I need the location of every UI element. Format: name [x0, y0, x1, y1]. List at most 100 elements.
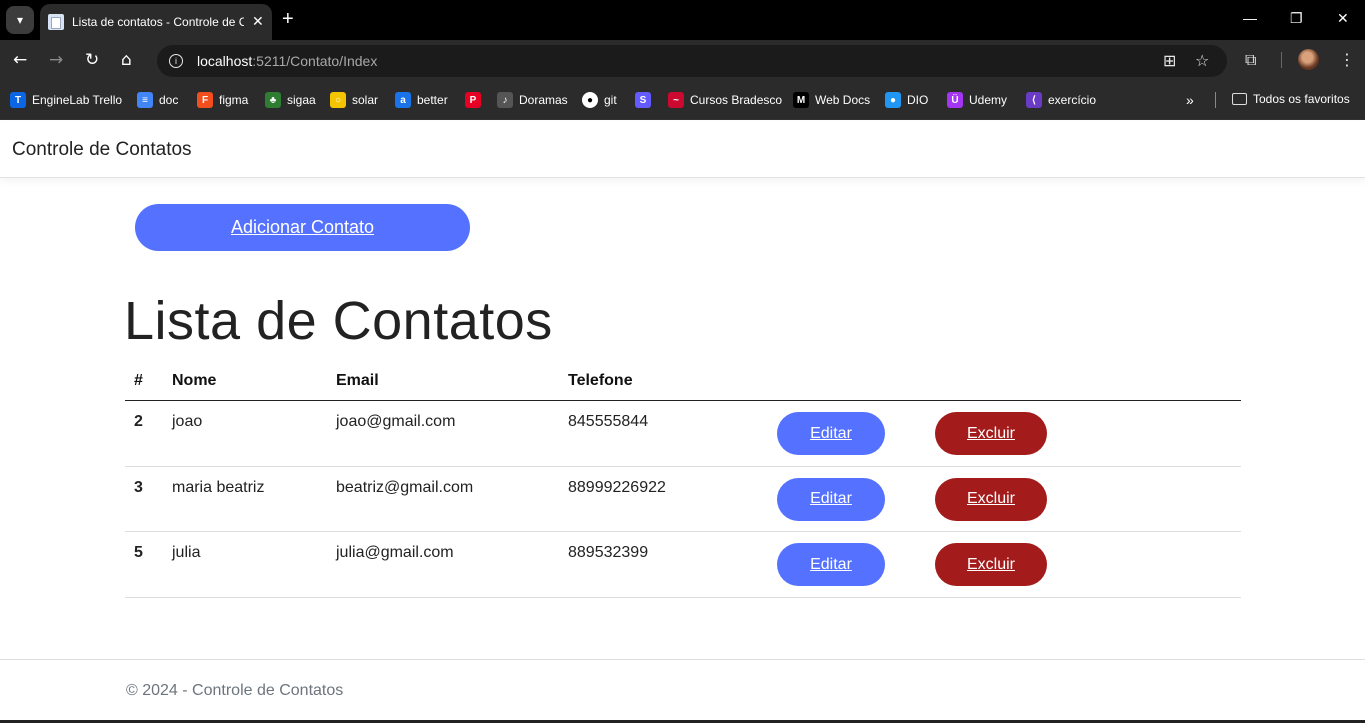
cell-id: 2 — [134, 413, 143, 430]
bookmark-label: Doramas — [519, 93, 568, 107]
edit-button[interactable]: Editar — [777, 477, 885, 521]
profile-avatar[interactable] — [1298, 49, 1319, 70]
cell-email: beatriz@gmail.com — [336, 478, 474, 496]
site-footer: © 2024 - Controle de Contatos — [0, 659, 1365, 720]
contacts-table: # Nome Email Telefone 2 joao joao@gmail.… — [125, 363, 1241, 598]
home-icon[interactable]: ⌂ — [121, 50, 132, 70]
bookmark-bradesco[interactable]: ~ Cursos Bradesco — [668, 92, 782, 108]
close-window-icon[interactable]: ✕ — [1337, 10, 1349, 27]
translate-icon[interactable]: ⊞ — [1163, 51, 1176, 70]
add-contact-button[interactable]: Adicionar Contato — [135, 204, 470, 251]
table-row: 2 joao joao@gmail.com 845555844 Editar E… — [125, 401, 1241, 467]
bookmark-label: doc — [159, 93, 179, 107]
bookmark-label: git — [604, 93, 617, 107]
back-icon[interactable]: ← — [13, 50, 27, 70]
bookmark-label: Cursos Bradesco — [690, 93, 783, 107]
folder-icon — [1232, 93, 1247, 105]
cell-email: julia@gmail.com — [336, 544, 454, 561]
bookmark-mdn[interactable]: M Web Docs — [793, 92, 870, 108]
cell-nome: maria beatriz — [172, 478, 265, 496]
tab-strip: ▾ Lista de contatos - Controle de Contat… — [0, 0, 1365, 40]
bookmark-solar[interactable]: ○ solar — [330, 92, 378, 108]
header-telefone: Telefone — [568, 372, 633, 389]
pinterest-icon: P — [465, 92, 481, 108]
doc-icon: ≡ — [137, 92, 153, 108]
bookmark-udemy[interactable]: Ü Udemy — [947, 92, 1007, 108]
bookmark-label: DIO — [907, 93, 929, 107]
edit-button[interactable]: Editar — [777, 543, 885, 586]
close-tab-icon[interactable]: ✕ — [252, 14, 264, 30]
all-bookmarks-label: Todos os favoritos — [1253, 92, 1350, 106]
figma-icon: F — [197, 92, 213, 108]
chevron-down-icon: ▾ — [16, 13, 24, 27]
header-nome: Nome — [172, 372, 217, 389]
site-navbar: Controle de Contatos — [0, 121, 1365, 178]
exercicio-icon: ⟨ — [1026, 92, 1042, 108]
delete-button[interactable]: Excluir — [935, 477, 1047, 521]
bookmark-exercicio[interactable]: ⟨ exercício — [1026, 92, 1096, 108]
s-icon: S — [635, 92, 651, 108]
udemy-icon: Ü — [947, 92, 963, 108]
bookmark-sigaa[interactable]: ♣ sigaa — [265, 92, 316, 108]
github-icon: ● — [582, 92, 598, 108]
cell-email: joao@gmail.com — [336, 413, 456, 430]
trello-icon: T — [10, 92, 26, 108]
dio-icon: ● — [885, 92, 901, 108]
bookmark-dio[interactable]: ● DIO — [885, 92, 928, 108]
bookmark-figma[interactable]: Ffigma — [197, 92, 248, 108]
bookmark-label: better — [417, 93, 448, 107]
table-header: # Nome Email Telefone — [125, 363, 1241, 401]
cell-nome: julia — [172, 544, 201, 561]
doramas-icon: ♪ — [497, 92, 513, 108]
bookmark-github[interactable]: ● git — [582, 92, 617, 108]
bookmark-better[interactable]: a better — [395, 92, 448, 108]
better-icon: a — [395, 92, 411, 108]
restore-icon[interactable]: ❐ — [1290, 10, 1303, 27]
more-bookmarks-icon[interactable]: » — [1186, 92, 1194, 108]
sigaa-icon: ♣ — [265, 92, 281, 108]
bookmark-label: Web Docs — [815, 93, 871, 107]
tab-title: Lista de contatos - Controle de Contatos — [72, 15, 244, 29]
menu-kebab-icon[interactable]: ⋮ — [1339, 50, 1355, 69]
toolbar-divider — [1281, 52, 1282, 68]
bookmark-s[interactable]: S — [635, 92, 657, 108]
url-text: localhost:5211/Contato/Index — [197, 53, 378, 69]
reload-icon[interactable]: ↻ — [85, 50, 99, 70]
delete-button[interactable]: Excluir — [935, 412, 1047, 455]
page-favicon-icon — [48, 14, 64, 30]
cell-telefone: 889532399 — [568, 544, 649, 561]
solar-icon: ○ — [330, 92, 346, 108]
site-info-icon[interactable]: i — [169, 54, 183, 68]
extensions-icon[interactable]: ⧉ — [1245, 50, 1256, 70]
bradesco-icon: ~ — [668, 92, 684, 108]
forward-icon[interactable]: → — [49, 50, 63, 70]
header-email: Email — [336, 372, 379, 389]
bookmark-label: Udemy — [969, 93, 1008, 107]
bookmark-pinterest[interactable]: P — [465, 92, 487, 108]
bookmark-star-icon[interactable]: ☆ — [1195, 51, 1209, 70]
table-row: 5 julia julia@gmail.com 889532399 Editar… — [125, 532, 1241, 598]
bookmarks-bar: » Todos os favoritos T EngineLab Trello ≡ d… — [0, 80, 1365, 120]
edit-button[interactable]: Editar — [777, 412, 885, 455]
new-tab-icon[interactable]: + — [282, 8, 294, 31]
all-bookmarks-folder[interactable]: Todos os favoritos — [1232, 92, 1350, 106]
tab-search-button[interactable]: ▾ — [6, 6, 34, 34]
bookmark-doramas[interactable]: ♪ Doramas — [497, 92, 568, 108]
table-row: 3 maria beatriz beatriz@gmail.com 889992… — [125, 467, 1241, 532]
bookmarks-divider — [1215, 92, 1216, 108]
bookmark-label: figma — [219, 93, 249, 107]
cell-telefone: 845555844 — [568, 413, 649, 430]
cell-id: 5 — [134, 544, 143, 561]
header-id: # — [134, 372, 143, 389]
active-tab[interactable]: Lista de contatos - Controle de Contatos… — [40, 4, 272, 40]
footer-copyright: © 2024 - Controle de Contatos — [126, 682, 344, 699]
delete-button[interactable]: Excluir — [935, 543, 1047, 586]
site-brand[interactable]: Controle de Contatos — [12, 139, 192, 161]
bookmark-doc[interactable]: ≡ doc — [137, 92, 178, 108]
bookmark-trello[interactable]: T EngineLab Trello — [10, 92, 122, 108]
minimize-icon[interactable]: — — [1243, 10, 1257, 26]
page-title: Lista de Contatos — [124, 291, 553, 351]
bookmark-label: exercício — [1048, 93, 1097, 107]
cell-id: 3 — [134, 478, 143, 496]
address-bar[interactable]: i localhost:5211/Contato/Index ⊞ ☆ — [157, 45, 1227, 77]
